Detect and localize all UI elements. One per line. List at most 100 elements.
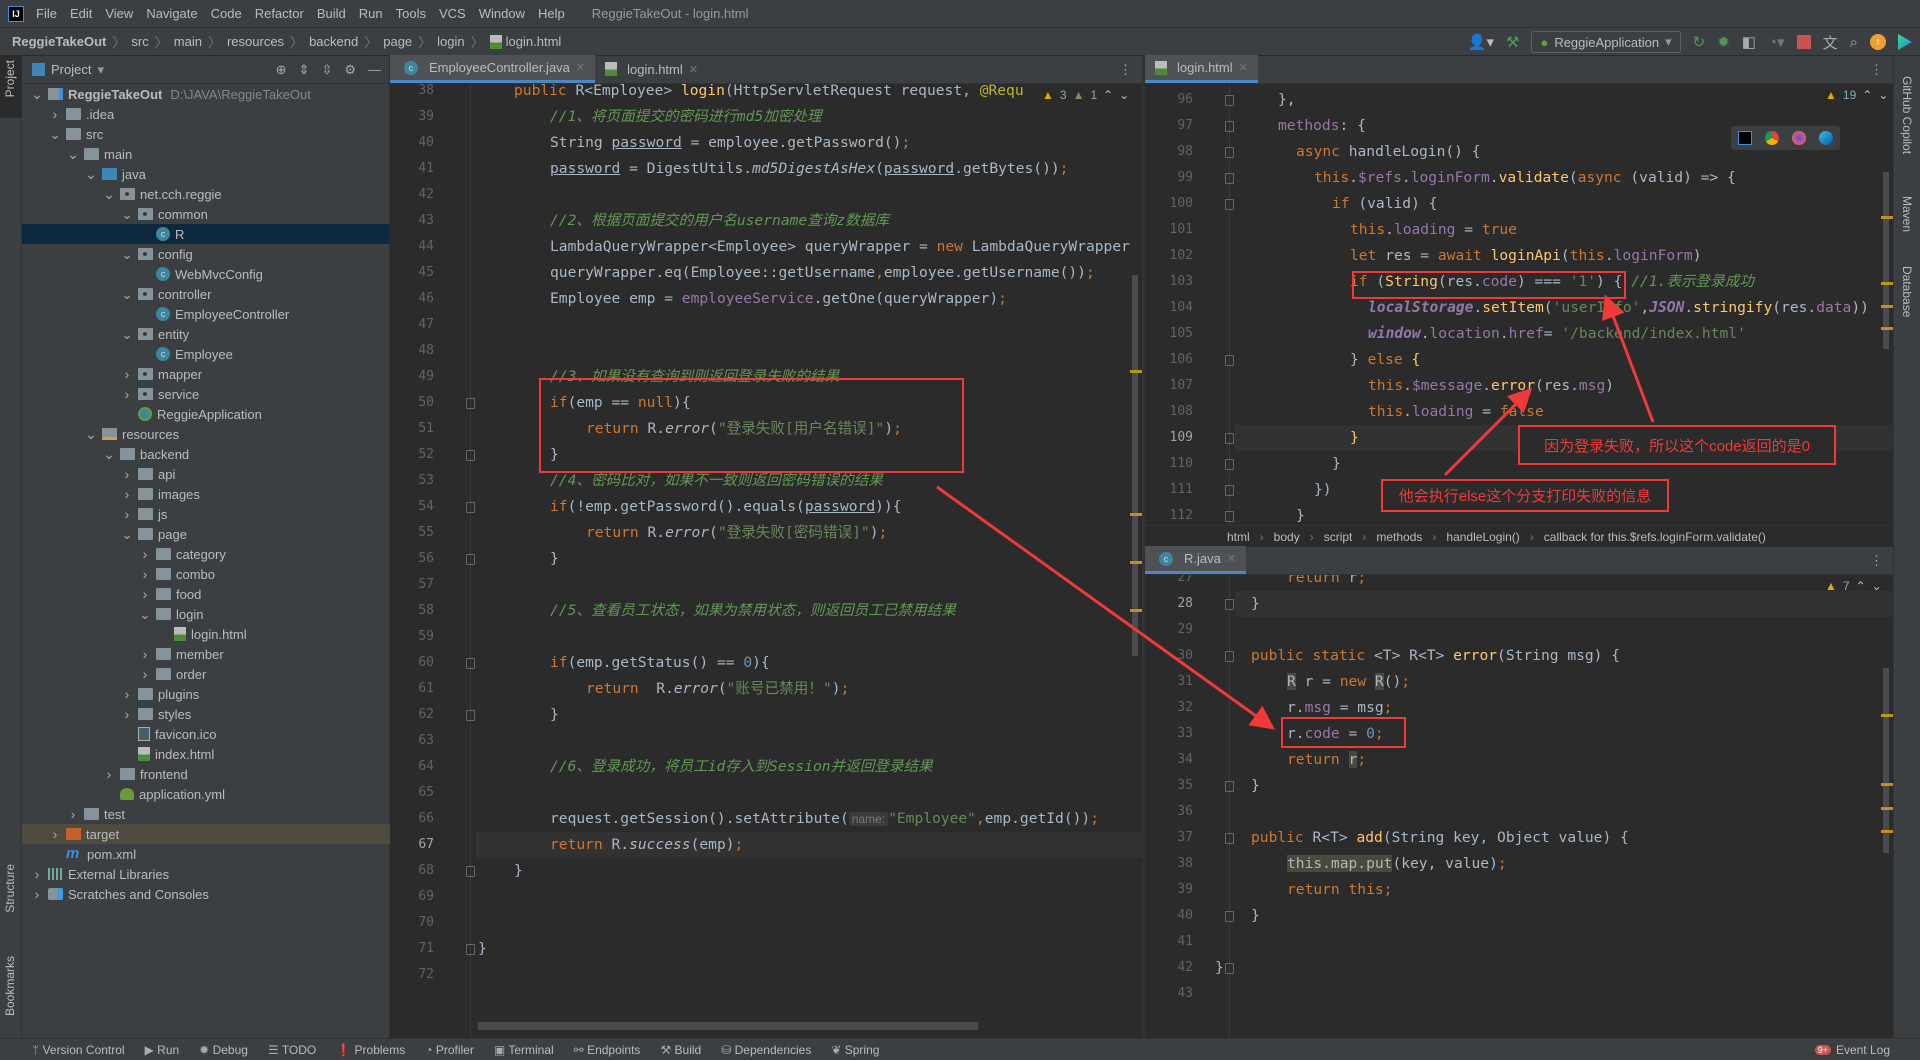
database-tool-button[interactable]: Database <box>1900 266 1914 317</box>
menu-build[interactable]: Build <box>317 6 346 21</box>
stop-icon[interactable] <box>1796 35 1811 49</box>
tree-item[interactable]: ReggieApplication <box>22 404 390 424</box>
fold-close-icon[interactable] <box>466 450 475 461</box>
tree-item[interactable]: › Scratches and Consoles <box>22 884 390 904</box>
warning-stripe[interactable] <box>1881 304 1893 308</box>
tree-item[interactable]: › test <box>22 804 390 824</box>
tree-item[interactable]: ⌄ backend <box>22 444 390 464</box>
chevron-right-icon[interactable]: › <box>138 646 152 662</box>
code-breadcrumb-item[interactable]: body <box>1274 530 1300 544</box>
menu-view[interactable]: View <box>105 6 133 21</box>
chevron-right-icon[interactable]: › <box>120 686 134 702</box>
tree-item[interactable]: ⌄ page <box>22 524 390 544</box>
structure-tool-button[interactable]: Structure <box>3 864 17 913</box>
tree-item[interactable]: › frontend <box>22 764 390 784</box>
chevron-right-icon[interactable]: › <box>120 366 134 382</box>
chevron-right-icon[interactable]: › <box>138 566 152 582</box>
editor-employee-controller[interactable]: 38 public R<Employee> login(HttpServletRe… <box>390 84 1142 1038</box>
menu-edit[interactable]: Edit <box>70 6 92 21</box>
chevron-down-icon[interactable]: ⌄ <box>102 186 116 203</box>
editor-tab[interactable]: login.html ✕ <box>1145 55 1258 83</box>
bookmarks-tool-button[interactable]: Bookmarks <box>3 956 17 1016</box>
github-copilot-tool-button[interactable]: GitHub Copilot <box>1900 76 1914 154</box>
chevron-down-icon[interactable]: ⌄ <box>120 286 134 303</box>
tree-item[interactable]: › styles <box>22 704 390 724</box>
build-hammer-icon[interactable]: ⚒ <box>1506 33 1519 51</box>
warning-stripe[interactable] <box>1881 326 1893 330</box>
chevron-right-icon[interactable]: › <box>48 826 62 842</box>
tree-item[interactable]: index.html <box>22 744 390 764</box>
chevron-right-icon[interactable]: › <box>138 666 152 682</box>
tree-item[interactable]: › category <box>22 544 390 564</box>
chevron-up-icon[interactable]: ⌃ <box>1862 88 1872 102</box>
run-configuration-select[interactable]: ● ReggieApplication ▾ <box>1531 31 1681 53</box>
tree-item[interactable]: › mapper <box>22 364 390 384</box>
tree-item[interactable]: › target <box>22 824 390 844</box>
chevron-down-icon[interactable]: ⌄ <box>120 206 134 223</box>
editor-r-java[interactable]: 27 return r; 28} 29 30 public static <T> R<T>… <box>1145 575 1893 1038</box>
tool-window-spring[interactable]: ❦ Spring <box>831 1043 879 1057</box>
warning-stripe[interactable] <box>1130 608 1142 612</box>
warning-stripe[interactable] <box>1130 561 1142 564</box>
tree-item[interactable]: ⌄ controller <box>22 284 390 304</box>
chevron-right-icon[interactable]: › <box>120 386 134 402</box>
warning-stripe[interactable] <box>1881 806 1893 810</box>
tool-window-build[interactable]: ⚒ Build <box>660 1043 701 1057</box>
fold-open-icon[interactable] <box>1225 833 1234 844</box>
project-tool-button[interactable]: Project <box>3 60 17 97</box>
chevron-right-icon[interactable]: › <box>120 506 134 522</box>
chevron-down-icon[interactable]: ⌄ <box>120 326 134 343</box>
close-icon[interactable]: ✕ <box>1239 61 1248 74</box>
menu-help[interactable]: Help <box>538 6 565 21</box>
chevron-right-icon[interactable]: › <box>138 546 152 562</box>
code-breadcrumb-item[interactable]: handleLogin() <box>1446 530 1519 544</box>
tree-item[interactable]: EmployeeController <box>22 304 390 324</box>
tool-window-version-control[interactable]: ᛘ Version Control <box>32 1043 125 1057</box>
chevron-right-icon[interactable]: › <box>66 806 80 822</box>
tree-item[interactable]: ⌄ login <box>22 604 390 624</box>
tree-item[interactable]: ⌄ common <box>22 204 390 224</box>
warning-stripe[interactable] <box>1881 829 1893 833</box>
tree-item[interactable]: ⌄ resources <box>22 424 390 444</box>
warning-stripe[interactable] <box>1881 282 1893 286</box>
chevron-down-icon[interactable]: ⌄ <box>84 426 98 443</box>
fold-open-icon[interactable] <box>1225 121 1234 132</box>
warning-stripe[interactable] <box>1130 513 1142 517</box>
chevron-right-icon[interactable]: › <box>138 586 152 602</box>
chevron-down-icon[interactable]: ⌄ <box>30 86 44 103</box>
close-icon[interactable]: ✕ <box>1227 552 1236 565</box>
breadcrumb-item[interactable]: page <box>383 34 412 49</box>
tool-window-dependencies[interactable]: ⛁ Dependencies <box>721 1043 811 1057</box>
chevron-right-icon[interactable]: › <box>30 886 44 902</box>
coverage-icon[interactable]: ◧ <box>1742 33 1756 51</box>
tree-item[interactable]: R <box>22 224 390 244</box>
tree-item[interactable]: › combo <box>22 564 390 584</box>
tool-window-endpoints[interactable]: ⚯ Endpoints <box>574 1043 641 1057</box>
inspection-widget[interactable]: ▲ 7 ⌃ ⌄ <box>1825 579 1882 593</box>
tool-window-debug[interactable]: ✹ Debug <box>199 1043 248 1057</box>
tree-item[interactable]: ⌄ main <box>22 144 390 164</box>
fold-close-icon[interactable] <box>466 710 475 721</box>
tree-item[interactable]: ⌄ net.cch.reggie <box>22 184 390 204</box>
code-breadcrumb-item[interactable]: script <box>1324 530 1353 544</box>
update-icon[interactable]: ↑ <box>1870 34 1886 50</box>
chevron-right-icon[interactable]: › <box>48 106 62 122</box>
tree-item[interactable]: › service <box>22 384 390 404</box>
editor-tab[interactable]: login.html ✕ <box>595 55 708 83</box>
tree-item[interactable]: › External Libraries <box>22 864 390 884</box>
menu-navigate[interactable]: Navigate <box>146 6 197 21</box>
event-log-button[interactable]: 9+ Event Log <box>1814 1043 1890 1057</box>
menu-refactor[interactable]: Refactor <box>255 6 304 21</box>
chevron-down-icon[interactable]: ▾ <box>97 62 104 78</box>
collapse-all-icon[interactable]: ⇳ <box>321 62 332 78</box>
warning-stripe[interactable] <box>1881 713 1893 717</box>
fold-open-icon[interactable] <box>1225 355 1234 366</box>
tool-window-run[interactable]: ▶ Run <box>145 1043 180 1057</box>
breadcrumb-item[interactable]: login <box>437 34 464 49</box>
tree-item[interactable]: › .idea <box>22 104 390 124</box>
chevron-up-icon[interactable]: ⌃ <box>1856 579 1866 593</box>
tree-item[interactable]: › member <box>22 644 390 664</box>
chevron-down-icon[interactable]: ⌄ <box>1878 88 1888 102</box>
tool-window-todo[interactable]: ☰ TODO <box>268 1043 316 1057</box>
warning-stripe[interactable] <box>1130 370 1142 374</box>
